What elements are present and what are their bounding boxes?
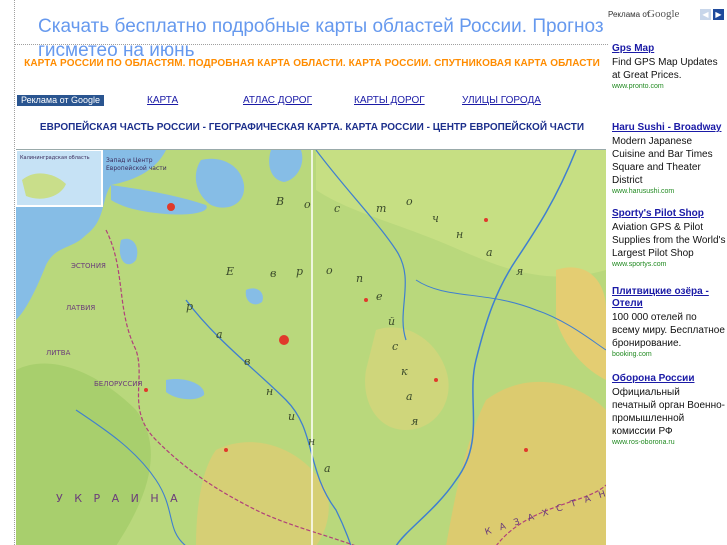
map-letter: а — [216, 328, 223, 341]
ad-url[interactable]: booking.com — [612, 350, 726, 360]
sidebar-ads-header: Реклама от Google ◀ ▶ — [608, 8, 726, 24]
sidebar-ad: Haru Sushi - Broadway Modern Japanese Cu… — [612, 122, 726, 197]
map-letter: с — [334, 202, 340, 215]
map-letter: о — [406, 195, 413, 208]
map-letter: р — [296, 265, 303, 278]
map-city-d — [224, 448, 228, 452]
map-region-caption: Запад и Центр — [106, 157, 153, 164]
map-letter: Е — [225, 265, 234, 278]
sidebar-ad: Sporty's Pilot Shop Aviation GPS & Pilot… — [612, 208, 726, 270]
ad-title-link[interactable]: Оборона России — [612, 373, 726, 385]
title-divider — [14, 44, 608, 45]
map-city-st-petersburg — [167, 203, 175, 211]
map-letter: н — [308, 435, 315, 448]
ad-link-atlas-dorog[interactable]: АТЛАС ДОРОГ — [243, 95, 312, 106]
europe-russia-map[interactable]: ЭСТОНИЯ ЛАТВИЯ ЛИТВА БЕЛОРУССИЯ У К Р А … — [16, 149, 606, 545]
map-inset-label: Калининградская область — [20, 155, 90, 161]
map-letter: В — [275, 195, 284, 208]
map-label-lithuania: ЛИТВА — [46, 349, 71, 357]
map-letter: к — [401, 365, 408, 378]
map-letter: ч — [432, 212, 439, 225]
map-label-belarus: БЕЛОРУССИЯ — [94, 380, 142, 388]
google-logo[interactable]: Google — [647, 8, 679, 20]
ad-url[interactable]: www.harusushi.com — [612, 187, 726, 197]
page-tagline: КАРТА РОССИИ ПО ОБЛАСТЯМ. ПОДРОБНАЯ КАРТ… — [24, 58, 600, 69]
ad-link-karta[interactable]: КАРТА — [147, 95, 178, 106]
map-letter: н — [456, 228, 463, 241]
map-city-f — [144, 388, 148, 392]
ads-by-google-badge[interactable]: Реклама от Google — [17, 95, 104, 106]
ad-url[interactable]: www.pronto.com — [612, 82, 726, 92]
map-letter: в — [270, 267, 276, 280]
ad-url[interactable]: www.sportys.com — [612, 260, 726, 270]
map-letter: н — [266, 385, 273, 398]
map-letter: о — [326, 264, 333, 277]
ad-description: Find GPS Map Updates at Great Prices. — [612, 57, 718, 81]
map-label-latvia: ЛАТВИЯ — [66, 304, 95, 312]
map-letter: а — [486, 246, 493, 259]
ad-description: Официальный печатный орган Военно-промыш… — [612, 387, 725, 437]
map-letter: я — [516, 265, 523, 278]
map-city-a — [484, 218, 488, 222]
map-city-b — [364, 298, 368, 302]
ad-description: 100 000 отелей по всему миру. Бесплатное… — [612, 312, 725, 349]
map-letter: т — [376, 202, 386, 215]
map-image: ЭСТОНИЯ ЛАТВИЯ ЛИТВА БЕЛОРУССИЯ У К Р А … — [16, 150, 606, 545]
map-city-e — [524, 448, 528, 452]
chevron-right-icon[interactable]: ▶ — [713, 9, 724, 20]
map-letter: й — [388, 315, 395, 328]
sidebar-ad: Плитвицкие озёра - Отели 100 000 отелей … — [612, 286, 726, 360]
map-region-caption: Европейской части — [106, 165, 167, 172]
ad-title-link[interactable]: Sporty's Pilot Shop — [612, 208, 726, 220]
map-letter: п — [356, 272, 363, 285]
ad-link-karty-dorog[interactable]: КАРТЫ ДОРОГ — [354, 95, 425, 106]
ad-link-ulitsy-goroda[interactable]: УЛИЦЫ ГОРОДА — [462, 95, 541, 106]
map-letter: р — [186, 300, 193, 313]
map-city-c — [434, 378, 438, 382]
map-city-moscow — [279, 335, 289, 345]
page-title[interactable]: Скачать бесплатно подробные карты област… — [38, 15, 608, 63]
map-label-estonia: ЭСТОНИЯ — [71, 262, 106, 270]
ad-url[interactable]: www.ros-oborona.ru — [612, 438, 726, 448]
map-letter: я — [411, 415, 418, 428]
ad-description: Modern Japanese Cuisine and Bar Times Sq… — [612, 136, 713, 186]
ad-title-link[interactable]: Плитвицкие озёра - Отели — [612, 286, 726, 310]
map-letter: о — [304, 198, 311, 211]
map-subtitle: ЕВРОПЕЙСКАЯ ЧАСТЬ РОССИИ - ГЕОГРАФИЧЕСКА… — [39, 122, 585, 133]
map-letter: с — [392, 340, 398, 353]
chevron-left-icon[interactable]: ◀ — [700, 9, 711, 20]
ad-title-link[interactable]: Gps Map — [612, 43, 726, 55]
sidebar-ad: Gps Map Find GPS Map Updates at Great Pr… — [612, 43, 726, 92]
ad-description: Aviation GPS & Pilot Supplies from the W… — [612, 222, 726, 259]
map-letter: и — [288, 410, 295, 423]
map-letter: в — [244, 355, 250, 368]
map-label-ukraine: У К Р А И Н А — [56, 492, 182, 505]
map-letter: а — [406, 390, 413, 403]
sidebar-ad: Оборона России Официальный печатный орга… — [612, 373, 726, 448]
left-dotted-rule — [14, 0, 15, 545]
map-letter: а — [324, 462, 331, 475]
ad-link-bar: Реклама от Google КАРТА АТЛАС ДОРОГ КАРТ… — [17, 95, 608, 107]
ad-title-link[interactable]: Haru Sushi - Broadway — [612, 122, 726, 134]
map-letter: е — [376, 290, 383, 303]
ads-by-label: Реклама от — [608, 10, 651, 19]
